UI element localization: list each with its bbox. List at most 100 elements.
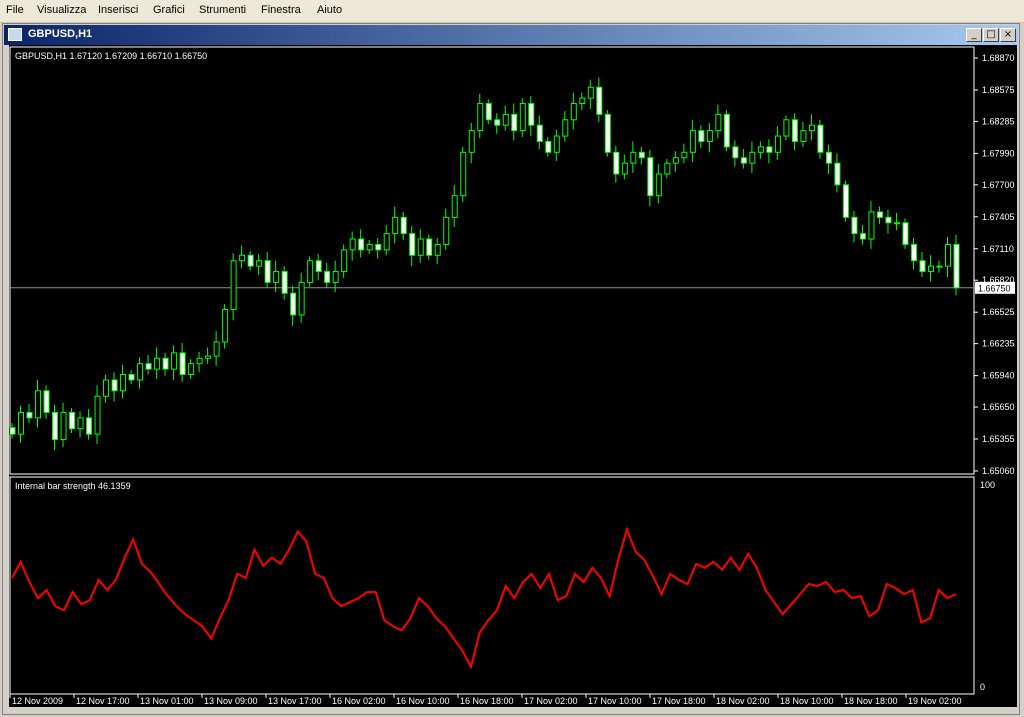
- candle-body: [443, 216, 450, 245]
- candle-body: [783, 119, 790, 137]
- time-tick-label: 13 Nov 01:00: [140, 696, 194, 706]
- candle-body: [18, 411, 25, 435]
- candle-body: [834, 162, 841, 186]
- window-titlebar[interactable]: GBPUSD,H1 _ □ ×: [4, 25, 1018, 45]
- menu-file[interactable]: File: [6, 4, 24, 16]
- chart-area[interactable]: GBPUSD,H1 1.67120 1.67209 1.66710 1.6675…: [9, 45, 1017, 707]
- candle-body: [740, 157, 747, 164]
- price-tick-label: 1.65355: [982, 434, 1015, 444]
- candle-body: [324, 271, 331, 283]
- candle-body: [9, 427, 16, 435]
- menu-visualizza[interactable]: Visualizza: [37, 4, 86, 16]
- window-title: GBPUSD,H1: [28, 28, 93, 40]
- minimize-button[interactable]: _: [966, 28, 982, 42]
- maximize-button[interactable]: □: [983, 28, 999, 42]
- candle-body: [800, 130, 807, 142]
- candle-body: [919, 260, 926, 273]
- indicator-chart[interactable]: Internal bar strength 46.1359 100 0 12 Nov …: [9, 475, 1017, 707]
- candle-body: [290, 292, 297, 316]
- candle-body: [791, 119, 798, 142]
- candle-body: [417, 238, 424, 256]
- menu-finestra[interactable]: Finestra: [261, 4, 301, 16]
- candle-body: [689, 130, 696, 153]
- candle-body: [103, 379, 110, 397]
- candle-body: [638, 151, 645, 159]
- candle-body: [213, 341, 220, 357]
- indicator-title: Internal bar strength 46.1359: [15, 481, 131, 491]
- candle-body: [936, 265, 943, 268]
- price-tick-label: 1.66525: [982, 307, 1015, 317]
- indicator-tick-label: 0: [980, 682, 985, 692]
- candle-body: [842, 184, 849, 218]
- candle-body: [460, 151, 467, 197]
- candle-body: [205, 355, 212, 359]
- candle-body: [732, 146, 739, 159]
- candle-body: [434, 243, 441, 256]
- price-chart[interactable]: GBPUSD,H1 1.67120 1.67209 1.66710 1.6675…: [9, 45, 1017, 475]
- time-tick-label: 16 Nov 18:00: [460, 696, 514, 706]
- candle-body: [944, 243, 951, 267]
- candle-body: [536, 124, 543, 142]
- candle-body: [179, 352, 186, 376]
- candle-body: [332, 271, 339, 283]
- price-tick-label: 1.65940: [982, 371, 1015, 381]
- candle-body: [375, 243, 382, 251]
- menu-inserisci[interactable]: Inserisci: [98, 4, 138, 16]
- candle-body: [562, 119, 569, 137]
- candle-body: [953, 243, 960, 289]
- time-tick-label: 13 Nov 09:00: [204, 696, 258, 706]
- candle-body: [52, 411, 59, 441]
- candle-body: [94, 395, 101, 435]
- time-tick-label: 16 Nov 10:00: [396, 696, 450, 706]
- candle-body: [596, 86, 603, 115]
- price-tick-label: 1.68575: [982, 85, 1015, 95]
- candle-body: [392, 216, 399, 235]
- candle-body: [698, 130, 705, 142]
- candle-body: [307, 260, 314, 283]
- candle-body: [315, 260, 322, 273]
- candle-body: [553, 135, 560, 153]
- candle-body: [128, 374, 135, 381]
- candle-body: [817, 124, 824, 153]
- candle-body: [273, 271, 280, 283]
- candle-body: [885, 216, 892, 224]
- time-tick-label: 17 Nov 02:00: [524, 696, 578, 706]
- candle-body: [239, 254, 246, 262]
- candle-body: [111, 379, 118, 392]
- candle-body: [494, 119, 501, 126]
- candle-body: [77, 417, 84, 430]
- candle-body: [681, 151, 688, 159]
- candle-body: [825, 151, 832, 164]
- candle-body: [851, 216, 858, 235]
- price-tick-label: 1.66235: [982, 339, 1015, 349]
- candle-body: [570, 103, 577, 121]
- candle-body: [630, 151, 637, 164]
- candle-body: [528, 103, 535, 126]
- candle-body: [910, 243, 917, 262]
- candle-body: [69, 411, 76, 430]
- menu-strumenti[interactable]: Strumenti: [199, 4, 246, 16]
- candle-body: [876, 211, 883, 218]
- candle-body: [893, 222, 900, 225]
- candle-body: [757, 146, 764, 153]
- menu-aiuto[interactable]: Aiuto: [317, 4, 342, 16]
- candle-body: [477, 103, 484, 132]
- candle-body: [706, 130, 713, 142]
- candle-body: [383, 233, 390, 251]
- price-tick-label: 1.65650: [982, 402, 1015, 412]
- close-button[interactable]: ×: [1000, 28, 1016, 42]
- candle-body: [349, 238, 356, 251]
- price-tick-label: 1.65060: [982, 466, 1015, 475]
- candle-body: [502, 113, 509, 126]
- candle-body: [171, 352, 178, 370]
- candle-body: [511, 113, 518, 132]
- candle-body: [256, 260, 263, 267]
- chart-window-icon: [8, 28, 22, 41]
- menu-grafici[interactable]: Grafici: [153, 4, 185, 16]
- candle-body: [647, 157, 654, 197]
- candle-body: [902, 222, 909, 245]
- candle-body: [426, 238, 433, 256]
- candle-body: [196, 357, 203, 365]
- candle-body: [587, 86, 594, 99]
- price-tick-label: 1.67405: [982, 212, 1015, 222]
